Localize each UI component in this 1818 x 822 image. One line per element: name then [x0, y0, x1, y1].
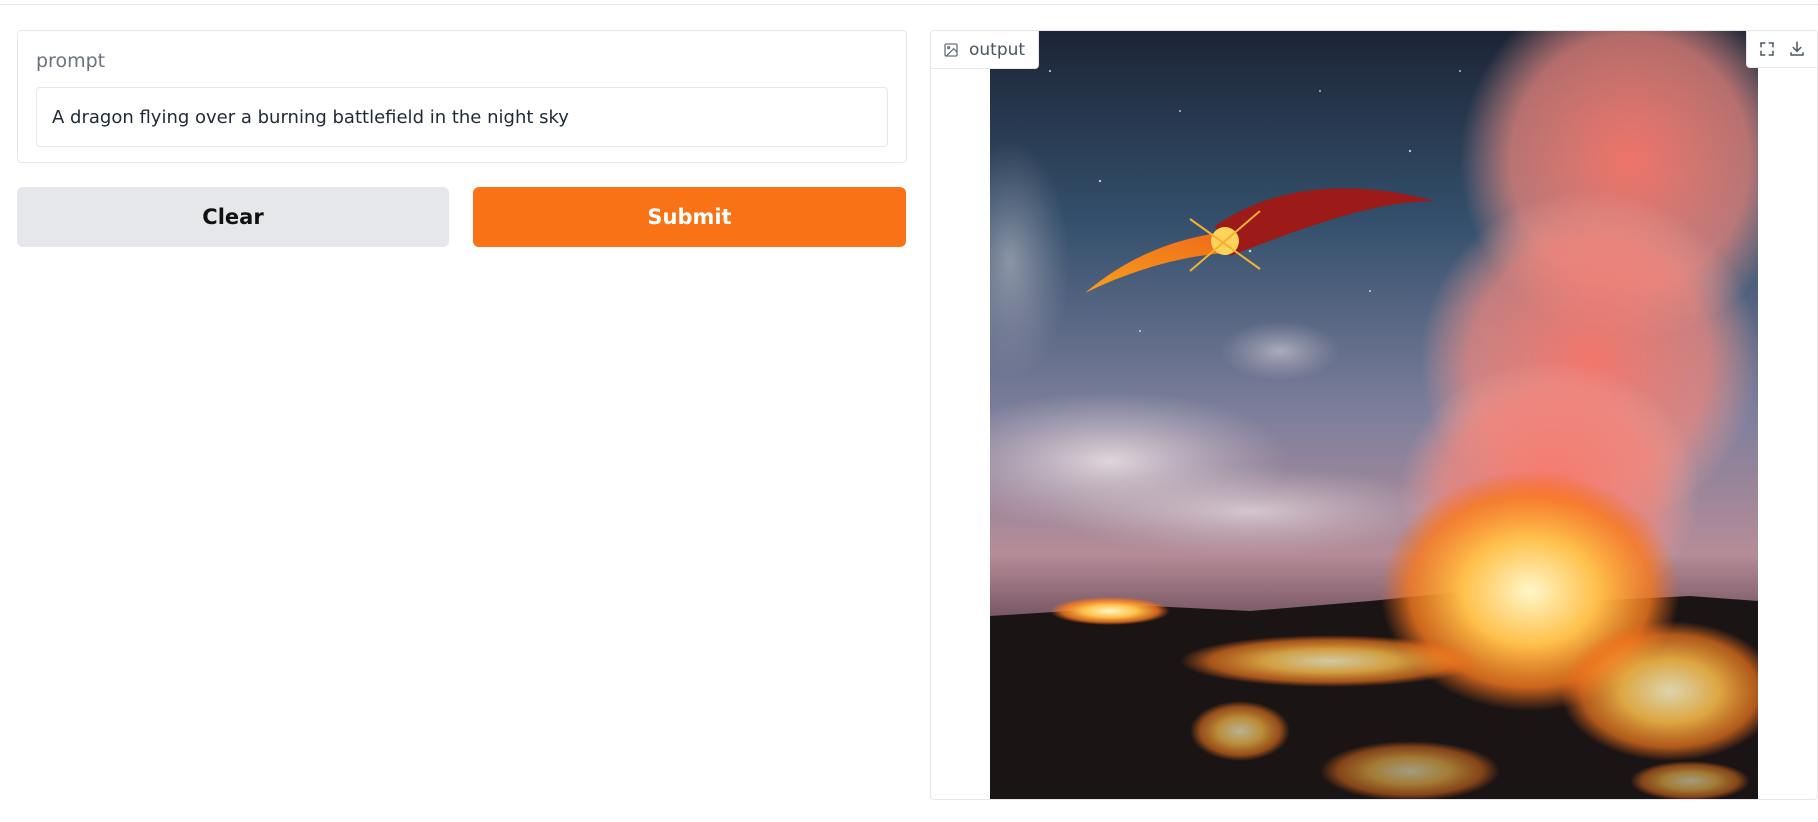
- prompt-label: prompt: [36, 50, 106, 72]
- fullscreen-icon[interactable]: [1753, 35, 1781, 63]
- prompt-input[interactable]: [36, 87, 888, 147]
- submit-button[interactable]: Submit: [473, 187, 906, 247]
- output-block: output: [930, 30, 1818, 800]
- prompt-block: prompt: [17, 30, 907, 163]
- download-icon[interactable]: [1783, 35, 1811, 63]
- generated-image: [990, 31, 1758, 799]
- top-divider: [0, 0, 1818, 5]
- image-icon: [943, 42, 959, 58]
- output-label: output: [969, 39, 1026, 60]
- image-toolbar: [1746, 31, 1817, 68]
- output-label-badge: output: [931, 31, 1040, 69]
- clear-button[interactable]: Clear: [17, 187, 449, 247]
